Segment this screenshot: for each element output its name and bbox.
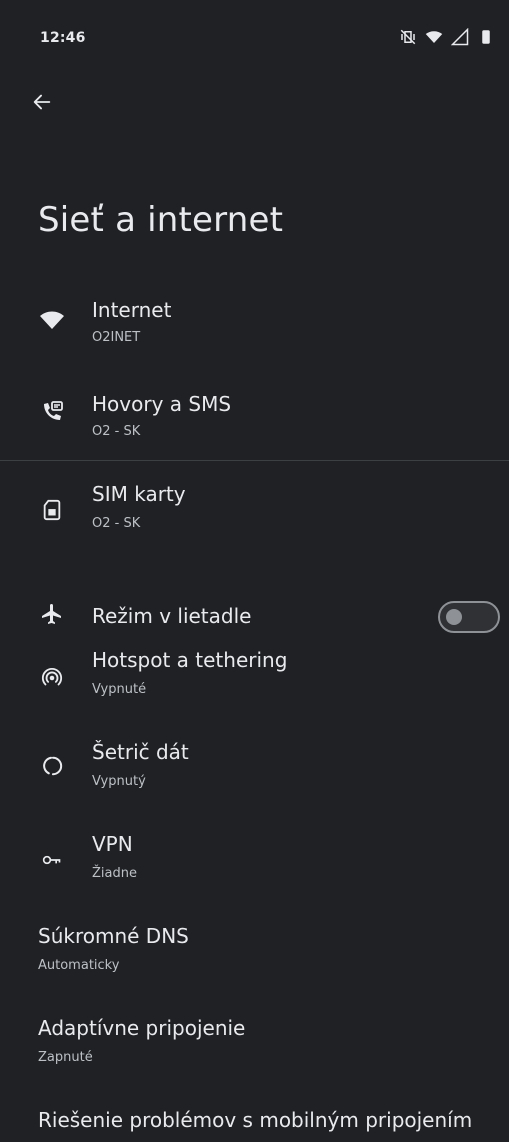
item-subtitle: O2INET	[92, 330, 141, 345]
status-bar: 12:46	[0, 0, 509, 78]
settings-item-hotspot[interactable]: Hotspot a tethering Vypnuté	[0, 636, 509, 726]
back-button[interactable]	[26, 88, 58, 120]
item-subtitle: Vypnuté	[92, 682, 147, 697]
battery-icon	[477, 28, 495, 50]
arrow-back-icon	[31, 91, 53, 117]
item-label: Režim v lietadle	[92, 604, 252, 628]
item-subtitle: Vypnutý	[92, 774, 146, 789]
item-label: SIM karty	[92, 482, 186, 506]
sim-card-icon	[40, 498, 64, 522]
signal-icon	[450, 27, 469, 50]
settings-item-mobile-troubleshoot[interactable]: Riešenie problémov s mobilným pripojením	[0, 1096, 509, 1142]
settings-item-internet[interactable]: Internet O2INET	[0, 286, 509, 376]
calls-sms-icon	[40, 400, 64, 424]
item-label: Hotspot a tethering	[92, 648, 288, 672]
settings-item-calls-sms[interactable]: Hovory a SMS O2 - SK	[0, 378, 509, 468]
item-label: Riešenie problémov s mobilným pripojením	[38, 1108, 473, 1132]
settings-item-adaptive-connectivity[interactable]: Adaptívne pripojenie Zapnuté	[0, 1004, 509, 1094]
item-subtitle: Zapnuté	[38, 1050, 93, 1065]
hotspot-icon	[40, 666, 64, 690]
item-label: Súkromné DNS	[38, 924, 189, 948]
wifi-icon	[40, 308, 64, 332]
toggle-knob	[446, 609, 462, 625]
airplane-icon	[40, 602, 64, 626]
settings-item-sim-cards[interactable]: SIM karty O2 - SK	[0, 470, 509, 560]
settings-item-data-saver[interactable]: Šetrič dát Vypnutý	[0, 728, 509, 818]
data-saver-icon	[40, 754, 64, 778]
item-label: Internet	[92, 298, 172, 322]
airplane-mode-toggle[interactable]	[438, 601, 500, 633]
vibrate-off-icon	[399, 28, 417, 50]
page-title: Sieť a internet	[38, 200, 284, 240]
item-label: Šetrič dát	[92, 740, 189, 764]
section-divider	[0, 460, 509, 461]
settings-item-vpn[interactable]: VPN Žiadne	[0, 820, 509, 910]
item-subtitle: Žiadne	[92, 866, 137, 881]
item-label: VPN	[92, 832, 133, 856]
vpn-key-icon	[40, 848, 64, 872]
settings-item-private-dns[interactable]: Súkromné DNS Automaticky	[0, 912, 509, 1002]
status-time: 12:46	[40, 30, 86, 46]
item-label: Hovory a SMS	[92, 392, 232, 416]
item-subtitle: Automaticky	[38, 958, 120, 973]
status-icons	[399, 27, 495, 50]
item-subtitle: O2 - SK	[92, 516, 141, 531]
item-subtitle: O2 - SK	[92, 424, 141, 439]
item-label: Adaptívne pripojenie	[38, 1016, 246, 1040]
wifi-status-icon	[425, 28, 443, 50]
